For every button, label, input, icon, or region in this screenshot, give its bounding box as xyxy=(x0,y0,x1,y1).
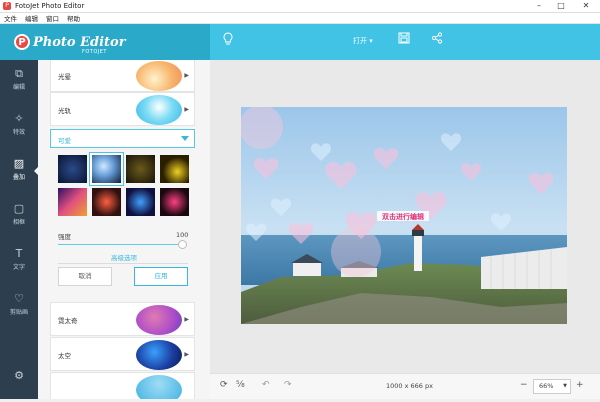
slider-knob[interactable] xyxy=(178,240,187,249)
category-halo[interactable]: 光晕 ▶ xyxy=(50,60,195,92)
category-thumbnail xyxy=(136,340,182,370)
nav-clipart-label: 剪贴画 xyxy=(9,309,28,316)
chevron-right-icon: ▶ xyxy=(184,72,189,79)
menu-bar: 文件 编辑 窗口 帮助 xyxy=(0,13,600,24)
overlay-swatch[interactable] xyxy=(92,188,121,216)
menu-window[interactable]: 窗口 xyxy=(42,13,63,23)
category-label: 太空 xyxy=(58,352,71,360)
rotate-icon[interactable]: ⟳ xyxy=(220,380,228,390)
logo-icon: P xyxy=(14,34,30,50)
overlay-icon: ▨ xyxy=(13,157,25,170)
window-controls: – □ ✕ xyxy=(528,0,600,13)
ratio-icon[interactable]: ⅝ xyxy=(236,380,245,390)
magic-wand-icon: ✧ xyxy=(14,112,24,125)
category-light-trail[interactable]: 光轨 ▶ xyxy=(50,92,195,126)
chevron-down-icon xyxy=(181,136,189,141)
app-header: P Photo Editor FOTOJET 打开 ▾ xyxy=(0,24,600,60)
overlay-swatch[interactable] xyxy=(126,155,155,183)
category-space[interactable]: 太空 ▶ xyxy=(50,337,195,371)
strength-value: 100 xyxy=(176,231,189,239)
overlay-swatch[interactable] xyxy=(160,188,189,216)
save-icon[interactable] xyxy=(398,32,410,47)
overlay-swatch[interactable] xyxy=(58,188,87,216)
menu-edit[interactable]: 编辑 xyxy=(21,13,42,23)
nav-text-label: 文字 xyxy=(12,264,25,271)
dropdown-label: 可爱 xyxy=(58,137,71,145)
heart-icon: ♡ xyxy=(14,292,24,305)
apply-button[interactable]: 应用 xyxy=(134,267,188,286)
category-label: 霓太奇 xyxy=(58,317,78,325)
nav-frame-label: 相框 xyxy=(12,219,25,226)
canvas-overlay-text: 双击进行编辑 xyxy=(382,212,424,221)
lighthouse-photo: 双击进行编辑 xyxy=(241,107,567,324)
canvas-workspace: 双击进行编辑 xyxy=(210,60,600,373)
overlay-swatch[interactable] xyxy=(126,188,155,216)
undo-icon[interactable]: ↶ xyxy=(262,380,270,390)
text-icon: T xyxy=(15,247,23,260)
category-thumbnail xyxy=(136,305,182,335)
redo-icon[interactable]: ↷ xyxy=(284,380,292,390)
chevron-right-icon: ▶ xyxy=(184,351,189,358)
lightbulb-icon[interactable] xyxy=(222,32,234,49)
nav-frame[interactable]: ▢ 相框 xyxy=(0,195,38,235)
nav-effects-label: 特效 xyxy=(12,129,25,136)
left-nav: ⧉ 编辑 ✧ 特效 ▨ 叠加 ▢ 相框 T 文字 ♡ 剪贴画 ⚙ xyxy=(0,60,40,402)
open-button[interactable]: 打开 ▾ xyxy=(353,36,373,46)
chevron-down-icon: ▼ xyxy=(563,383,567,389)
category-thumbnail xyxy=(136,61,182,91)
share-icon[interactable] xyxy=(431,32,443,47)
category-next[interactable] xyxy=(50,372,195,399)
app-icon: P xyxy=(3,2,11,10)
category-thumbnail xyxy=(136,375,182,399)
category-montage[interactable]: 霓太奇 ▶ xyxy=(50,302,195,336)
divider xyxy=(58,263,188,264)
nav-edit-label: 编辑 xyxy=(12,84,25,91)
nav-clipart[interactable]: ♡ 剪贴画 xyxy=(0,285,38,325)
overlay-panel: 光晕 ▶ 光轨 ▶ 可爱 强度 100 高级选项 取消 应用 霓太奇 ▶ 太空 … xyxy=(38,60,210,399)
top-toolbar: 打开 ▾ xyxy=(210,24,600,60)
nav-text[interactable]: T 文字 xyxy=(0,240,38,280)
cancel-button[interactable]: 取消 xyxy=(58,267,112,286)
menu-help[interactable]: 帮助 xyxy=(63,13,84,23)
category-dropdown-cute[interactable]: 可爱 xyxy=(50,129,195,148)
settings-button[interactable]: ⚙ xyxy=(0,362,38,402)
close-button[interactable]: ✕ xyxy=(572,0,600,13)
nav-overlay[interactable]: ▨ 叠加 xyxy=(0,150,38,190)
image-dimensions: 1000 x 666 px xyxy=(386,382,433,390)
menu-file[interactable]: 文件 xyxy=(0,13,21,23)
overlay-swatch[interactable] xyxy=(160,155,189,183)
strength-slider[interactable] xyxy=(58,240,187,249)
nav-overlay-label: 叠加 xyxy=(12,174,25,181)
zoom-in-button[interactable]: + xyxy=(576,380,584,390)
advanced-options-link[interactable]: 高级选项 xyxy=(38,252,210,262)
strength-label: 强度 xyxy=(58,233,71,241)
nav-edit[interactable]: ⧉ 编辑 xyxy=(0,60,38,100)
zoom-out-button[interactable]: − xyxy=(520,380,528,390)
minimize-button[interactable]: – xyxy=(528,0,550,13)
maximize-button[interactable]: □ xyxy=(550,0,572,13)
chevron-right-icon: ▶ xyxy=(184,106,189,113)
gear-icon: ⚙ xyxy=(14,369,24,382)
overlay-swatch[interactable] xyxy=(58,155,87,183)
category-label: 光轨 xyxy=(58,107,71,115)
sliders-icon: ⧉ xyxy=(15,67,23,80)
category-label: 光晕 xyxy=(58,73,71,81)
window-title: FotoJet Photo Editor xyxy=(15,2,85,10)
photo-canvas[interactable]: 双击进行编辑 xyxy=(241,107,567,324)
zoom-value: 66% xyxy=(539,382,554,390)
title-bar: P FotoJet Photo Editor – □ ✕ xyxy=(0,0,600,13)
bottom-bar: ⟳ ⅝ ↶ ↷ 1000 x 666 px − 66% ▼ + xyxy=(210,373,600,399)
chevron-right-icon: ▶ xyxy=(184,316,189,323)
overlay-swatch-selected[interactable] xyxy=(90,153,123,185)
brand-name: Photo Editor xyxy=(33,34,126,50)
category-thumbnail xyxy=(136,95,182,125)
brand-area: P Photo Editor FOTOJET xyxy=(0,24,210,60)
brand-sub: FOTOJET xyxy=(82,49,107,55)
zoom-select[interactable]: 66% ▼ xyxy=(533,379,571,394)
nav-effects[interactable]: ✧ 特效 xyxy=(0,105,38,145)
frame-icon: ▢ xyxy=(13,202,25,215)
